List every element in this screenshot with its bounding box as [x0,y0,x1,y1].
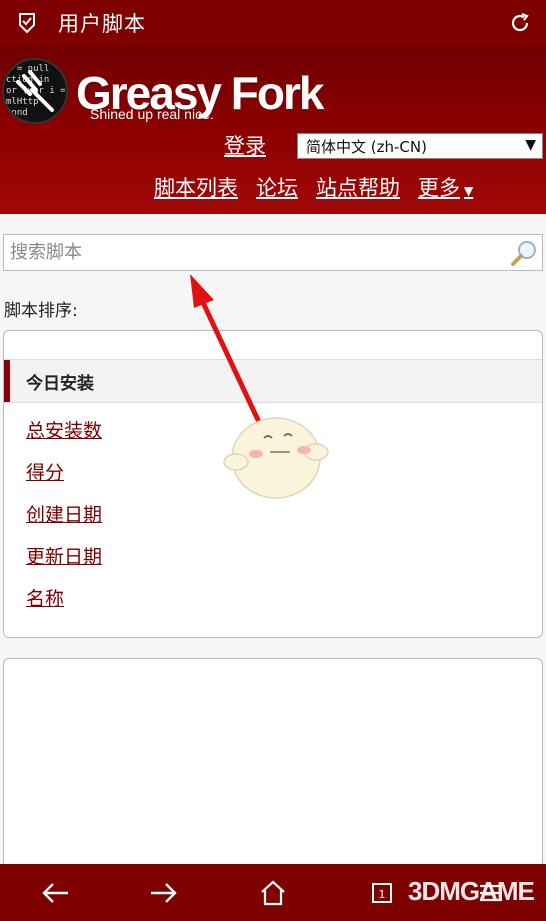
page: 用户脚本 e = null ction in or (var i = 0 mlH… [0,0,546,921]
sort-option-total-installs[interactable]: 总安装数 [26,415,102,457]
site-tagline: Shined up real nice. [90,106,214,122]
dropdown-arrow-icon: ▼ [525,137,536,153]
sort-option-name[interactable]: 名称 [26,583,102,625]
greasy-fork-logo[interactable]: e = null ction in or (var i = 0 mlHttp c… [2,58,68,124]
sort-panel: 今日安装 总安装数 得分 创建日期 更新日期 名称 [3,330,543,638]
sort-option-rating[interactable]: 得分 [26,457,102,499]
nav-more-link[interactable]: 更多 ▼ [418,172,473,202]
nav-help-link[interactable]: 站点帮助 [316,172,400,202]
home-icon[interactable] [243,868,303,918]
login-link[interactable]: 登录 [224,130,266,160]
language-select-value: 简体中文 (zh-CN) [306,137,427,156]
sort-option-active[interactable]: 今日安装 [4,359,542,403]
svg-text:1: 1 [379,888,386,901]
site-header: e = null ction in or (var i = 0 mlHttp c… [0,46,546,214]
back-arrow-icon[interactable] [25,868,85,918]
magnifier-icon[interactable] [506,235,542,271]
search-input[interactable] [4,235,506,270]
forward-arrow-icon[interactable] [134,868,194,918]
nav-scripts-link[interactable]: 脚本列表 [154,172,238,202]
search-box [3,234,543,271]
script-list-panel [3,658,543,888]
refresh-icon[interactable] [506,9,534,37]
caret-down-icon: ▼ [464,184,474,198]
nav-forum-link[interactable]: 论坛 [256,172,298,202]
app-bar: 用户脚本 [0,0,546,46]
tabs-icon[interactable]: 1 [352,868,412,918]
language-select[interactable]: 简体中文 (zh-CN) ▼ [297,133,543,159]
sort-options: 总安装数 得分 创建日期 更新日期 名称 [26,415,102,625]
nav-more-label: 更多 [418,176,460,200]
sort-label: 脚本排序: [4,301,78,321]
sort-option-created[interactable]: 创建日期 [26,499,102,541]
watermark-3dmgame: 3DMGAME [408,876,535,906]
shield-check-icon[interactable] [16,12,38,34]
app-title: 用户脚本 [58,12,146,36]
sort-option-updated[interactable]: 更新日期 [26,541,102,583]
site-nav: 脚本列表 论坛 站点帮助 更多 ▼ [154,172,473,202]
